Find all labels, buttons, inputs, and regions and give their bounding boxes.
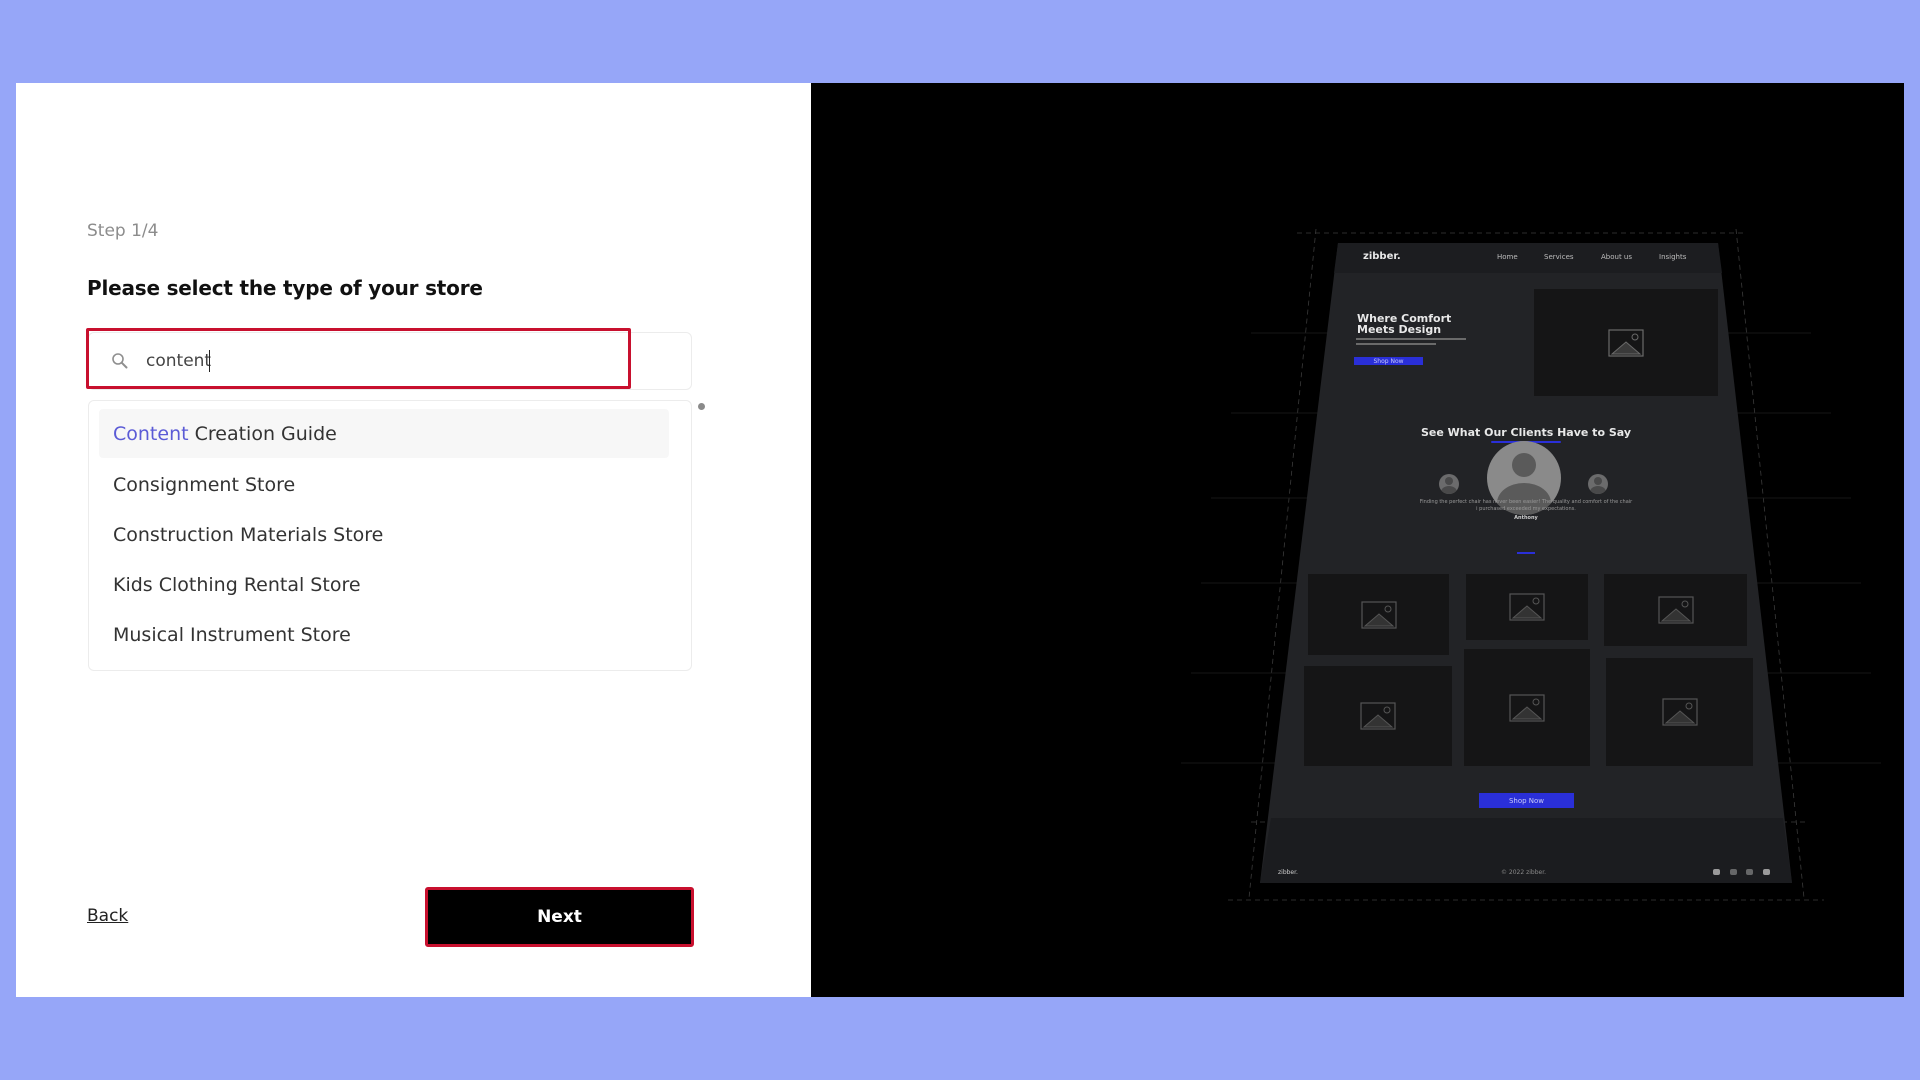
image-placeholder-icon (1360, 702, 1396, 730)
mockup-footer-logo: zibber. (1278, 869, 1298, 876)
search-icon (112, 353, 128, 369)
back-link[interactable]: Back (87, 906, 128, 926)
mockup-hero-button: Shop Now (1354, 357, 1423, 365)
mockup-gallery-image (1304, 666, 1452, 766)
image-placeholder-icon (1509, 693, 1545, 722)
store-type-search-input[interactable] (146, 345, 616, 377)
mockup-nav-item: About us (1601, 253, 1633, 261)
testimonial-avatar-small (1439, 474, 1459, 494)
carousel-dots (1517, 552, 1535, 554)
mockup-gallery-image (1466, 574, 1588, 640)
text-caret (209, 350, 210, 372)
store-preview-panel: zibber. Home Services About us Insights … (811, 83, 1904, 997)
image-placeholder-icon (1661, 698, 1698, 726)
youtube-icon (1763, 869, 1770, 875)
option-text: Consignment Store (113, 473, 296, 496)
next-button[interactable]: Next (425, 887, 694, 947)
mockup-gallery-image (1464, 649, 1590, 766)
image-placeholder-icon (1509, 593, 1545, 621)
mockup-cta-button: Shop Now (1479, 793, 1574, 808)
hero-subtitle-line (1356, 343, 1436, 345)
mockup-footer-copyright: © 2022 zibber. (1501, 869, 1547, 876)
mockup-logo: zibber. (1363, 251, 1401, 262)
step-indicator: Step 1/4 (87, 221, 159, 241)
mockup-nav-item: Services (1544, 253, 1574, 261)
option-text: Kids Clothing Rental Store (113, 573, 361, 596)
mockup-gallery-image (1606, 658, 1753, 766)
option-text: Construction Materials Store (113, 523, 384, 546)
dropdown-option[interactable]: Musical Instrument Store (99, 610, 669, 659)
hero-title-line: Meets Design (1357, 323, 1442, 336)
mockup-nav-item: Insights (1659, 253, 1687, 261)
mockup-hero-title: Where Comfort Meets Design (1357, 313, 1451, 335)
image-placeholder-icon (1360, 600, 1397, 629)
option-match-text: Content (113, 422, 189, 445)
dropdown-option[interactable]: Consignment Store (99, 460, 669, 509)
mockup-hero-image (1534, 289, 1718, 396)
github-icon (1746, 869, 1753, 875)
mockup-gallery-image (1604, 574, 1747, 646)
mockup-gallery-image (1308, 574, 1449, 655)
option-text: Musical Instrument Store (113, 623, 351, 646)
instagram-icon (1730, 869, 1737, 875)
image-placeholder-icon (1608, 328, 1644, 357)
testimonial-quote: i purchased exceeded my expectations. (1476, 506, 1576, 512)
dropdown-option[interactable]: Content Creation Guide (99, 409, 669, 458)
testimonial-name: Anthony (1514, 515, 1538, 521)
mockup-testimonials-heading: See What Our Clients Have to Say (1420, 426, 1632, 439)
image-placeholder-icon (1657, 596, 1694, 624)
dropdown-option[interactable]: Construction Materials Store (99, 510, 669, 559)
twitter-icon (1713, 869, 1720, 875)
store-type-dropdown: Content Creation Guide Consignment Store… (88, 400, 705, 671)
testimonial-avatar-small (1588, 474, 1608, 494)
page-title: Please select the type of your store (87, 276, 483, 300)
dropdown-scrollbar[interactable] (698, 403, 705, 410)
dropdown-option[interactable]: Kids Clothing Rental Store (99, 560, 669, 609)
mockup-nav-item: Home (1497, 253, 1518, 261)
hero-subtitle-line (1356, 338, 1466, 340)
onboarding-panel: Step 1/4 Please select the type of your … (16, 83, 811, 997)
option-text: Creation Guide (188, 422, 337, 445)
testimonial-quote: Finding the perfect chair has never been… (1419, 499, 1633, 505)
